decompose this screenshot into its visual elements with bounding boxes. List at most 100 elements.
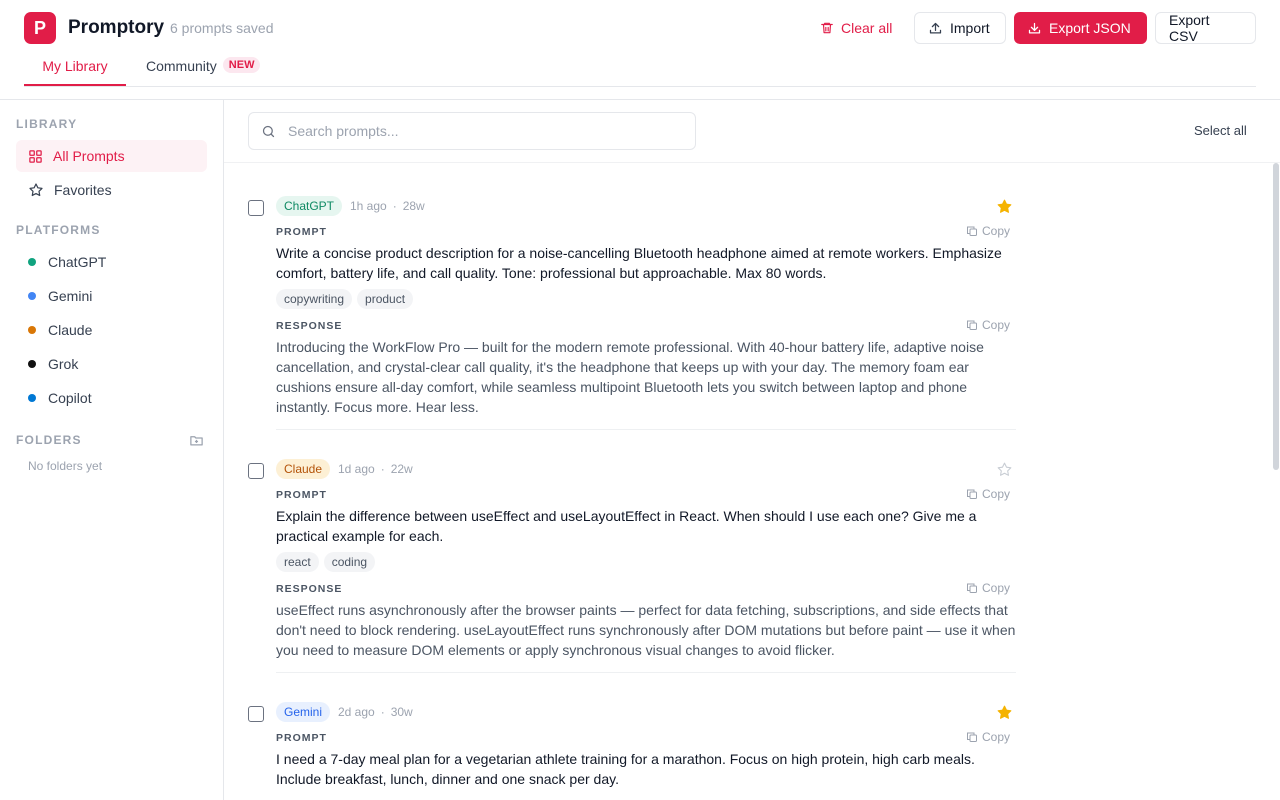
- chatgpt-dot: [28, 258, 36, 266]
- tag-list: copywriting product: [276, 289, 414, 309]
- export-csv-label: Export CSV: [1169, 12, 1210, 44]
- clear-all-button[interactable]: Clear all: [807, 12, 905, 44]
- sidebar-item-label: ChatGPT: [48, 254, 107, 270]
- response-label: RESPONSE: [276, 583, 343, 595]
- star-outline-icon: [997, 462, 1012, 476]
- copy-label: Copy: [982, 730, 1011, 744]
- copy-prompt-button[interactable]: Copy: [966, 730, 1010, 744]
- sidebar-item-label: Favorites: [54, 182, 112, 198]
- word-count: 22w: [390, 462, 413, 476]
- timestamp: 1h ago: [350, 199, 387, 213]
- sidebar-item-label: Grok: [48, 356, 79, 372]
- upload-icon: [929, 22, 942, 33]
- download-icon: [1028, 22, 1041, 33]
- copy-label: Copy: [982, 487, 1011, 501]
- prompt-meta: 1h ago · 28w: [350, 199, 425, 213]
- star-outline-icon: [29, 183, 43, 197]
- scrollbar[interactable]: [1273, 163, 1279, 470]
- library-section-label: LIBRARY: [16, 117, 78, 131]
- platform-tag: ChatGPT: [276, 196, 343, 216]
- export-csv-button[interactable]: Export CSV: [1155, 12, 1256, 44]
- add-folder-button[interactable]: [189, 433, 204, 453]
- platform-tag: Claude: [276, 459, 331, 479]
- prompt-meta: 2d ago · 30w: [338, 705, 413, 719]
- grid-icon: [29, 149, 42, 163]
- export-json-button[interactable]: Export JSON: [1014, 12, 1147, 44]
- platforms-section-label: PLATFORMS: [16, 223, 101, 237]
- search-box[interactable]: [248, 112, 696, 150]
- tag[interactable]: copywriting: [276, 289, 353, 309]
- folders-section-label: FOLDERS: [16, 433, 82, 447]
- folder-plus-icon: [190, 436, 203, 446]
- tab-community-label: Community: [146, 58, 217, 74]
- copy-label: Copy: [982, 581, 1011, 595]
- select-checkbox[interactable]: [248, 200, 264, 216]
- copy-icon: [967, 732, 977, 742]
- select-checkbox[interactable]: [248, 706, 264, 722]
- word-count: 28w: [402, 199, 425, 213]
- saved-count: 6 prompts saved: [170, 20, 274, 36]
- grok-dot: [28, 360, 36, 368]
- prompt-label: PROMPT: [276, 732, 327, 744]
- clear-all-label: Clear all: [841, 20, 893, 36]
- sidebar-item-gemini[interactable]: Gemini: [16, 280, 207, 312]
- import-label: Import: [950, 20, 990, 36]
- new-badge: NEW: [222, 57, 261, 73]
- gemini-dot: [28, 292, 36, 300]
- toolbar: Select all: [224, 100, 1280, 163]
- prompt-label: PROMPT: [276, 226, 327, 238]
- timestamp: 1d ago: [338, 462, 375, 476]
- word-count: 30w: [390, 705, 413, 719]
- search-icon: [262, 125, 275, 137]
- tab-my-library-label: My Library: [42, 58, 108, 74]
- star-filled-icon: [997, 705, 1012, 719]
- sidebar-item-label: Copilot: [48, 390, 92, 406]
- sidebar-item-label: Gemini: [48, 288, 93, 304]
- platform-tag: Gemini: [276, 702, 331, 722]
- copy-icon: [967, 226, 977, 236]
- favorite-star-button[interactable]: [996, 704, 1013, 726]
- copy-prompt-button[interactable]: Copy: [966, 224, 1010, 238]
- prompt-meta: 1d ago · 22w: [338, 462, 413, 476]
- import-button[interactable]: Import: [914, 12, 1006, 44]
- select-all-button[interactable]: Select all: [1194, 123, 1247, 138]
- sidebar-item-favorites[interactable]: Favorites: [16, 174, 207, 206]
- sidebar-item-claude[interactable]: Claude: [16, 314, 207, 346]
- copy-label: Copy: [982, 318, 1011, 332]
- export-json-label: Export JSON: [1049, 20, 1131, 36]
- app-title: Promptory: [68, 17, 165, 38]
- response-text: useEffect runs asynchronously after the …: [276, 602, 1016, 658]
- copy-response-button[interactable]: Copy: [966, 318, 1010, 332]
- tab-my-library[interactable]: My Library: [24, 58, 126, 86]
- sidebar-item-label: Claude: [48, 322, 93, 338]
- prompt-text: Write a concise product description for …: [276, 245, 1002, 281]
- card-divider: [276, 429, 1016, 430]
- tag[interactable]: coding: [323, 552, 376, 572]
- prompt-text: I need a 7-day meal plan for a vegetaria…: [276, 751, 975, 787]
- favorite-star-button[interactable]: [996, 198, 1013, 220]
- select-checkbox[interactable]: [248, 463, 264, 479]
- copy-label: Copy: [982, 224, 1011, 238]
- sidebar-item-chatgpt[interactable]: ChatGPT: [16, 246, 207, 278]
- response-label: RESPONSE: [276, 320, 343, 332]
- copy-icon: [967, 489, 977, 499]
- trash-icon: [821, 22, 833, 34]
- search-input[interactable]: [288, 123, 668, 139]
- sidebar-item-grok[interactable]: Grok: [16, 348, 207, 380]
- tag[interactable]: product: [357, 289, 414, 309]
- timestamp: 2d ago: [338, 705, 375, 719]
- tag-list: react coding: [276, 552, 376, 572]
- tag[interactable]: react: [276, 552, 319, 572]
- star-filled-icon: [997, 199, 1012, 213]
- copy-icon: [967, 583, 977, 593]
- app-header: P Promptory 6 prompts saved Clear all Im…: [0, 0, 1280, 100]
- favorite-star-button[interactable]: [996, 461, 1013, 483]
- response-text: Introducing the WorkFlow Pro — built for…: [276, 339, 984, 415]
- sidebar-item-copilot[interactable]: Copilot: [16, 382, 207, 414]
- copilot-dot: [28, 394, 36, 402]
- sidebar-item-all-prompts[interactable]: All Prompts: [16, 140, 207, 172]
- copy-response-button[interactable]: Copy: [966, 581, 1010, 595]
- tab-community[interactable]: Community NEW: [146, 57, 261, 86]
- no-folders-text: No folders yet: [28, 459, 103, 473]
- copy-prompt-button[interactable]: Copy: [966, 487, 1010, 501]
